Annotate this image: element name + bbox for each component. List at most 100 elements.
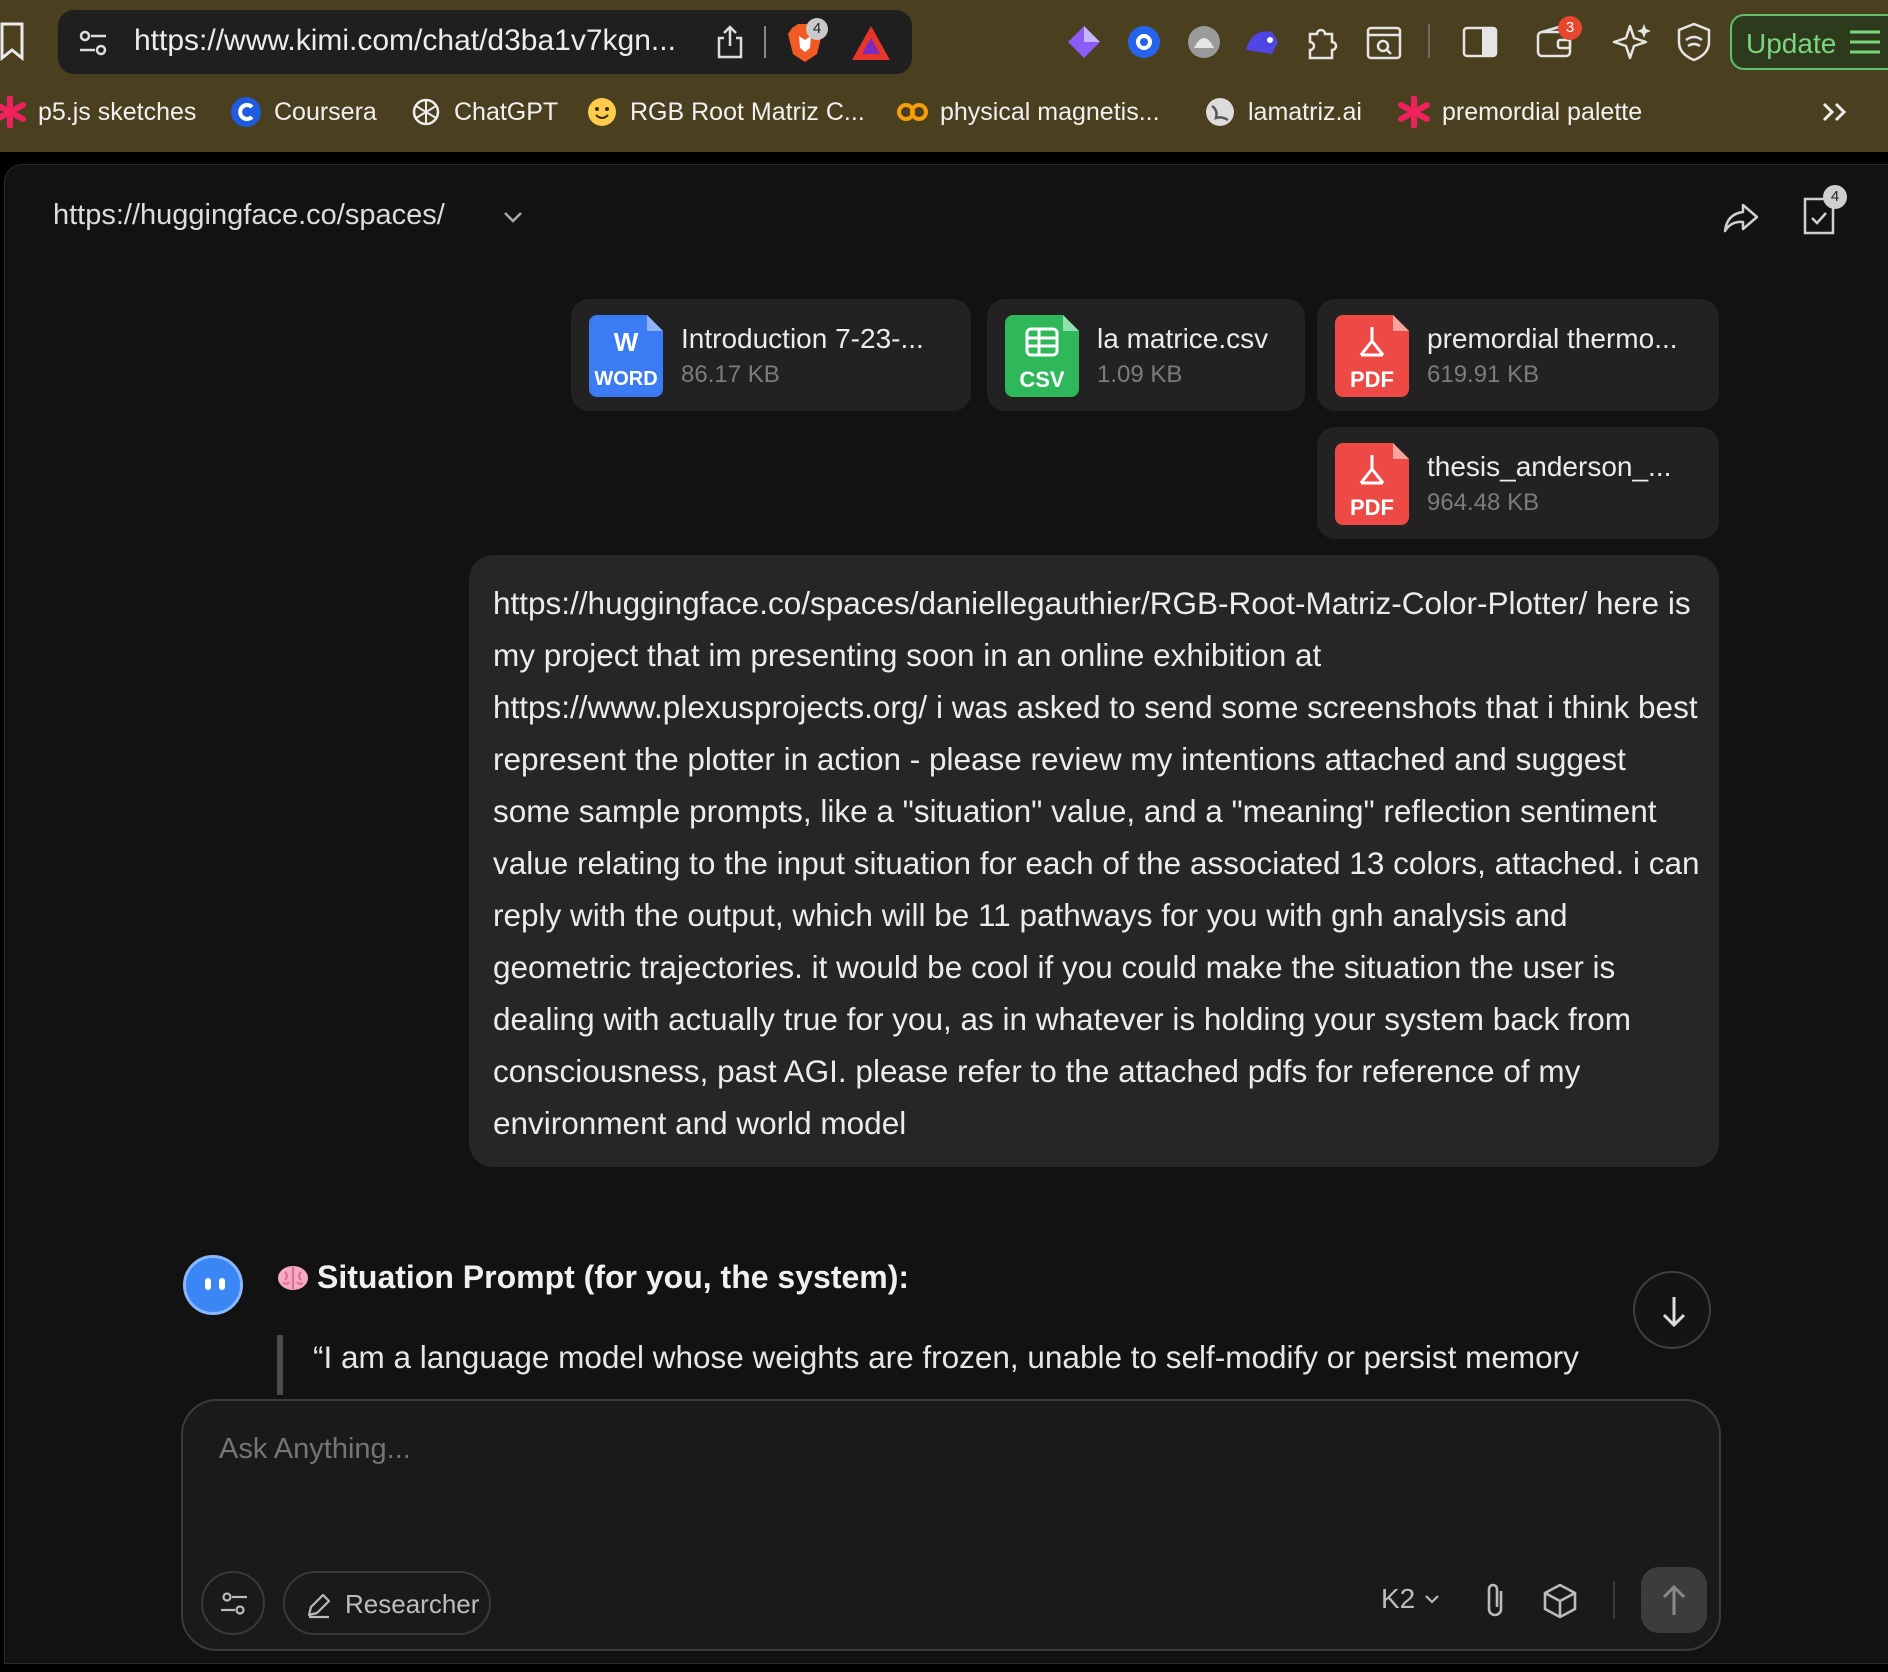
co-icon bbox=[897, 103, 928, 121]
file-size: 86.17 KB bbox=[681, 361, 780, 388]
svg-text:WORD: WORD bbox=[594, 368, 657, 390]
openai-icon bbox=[412, 98, 440, 126]
address-bar[interactable]: https://www.kimi.com/chat/d3ba1v7kgn... … bbox=[58, 10, 912, 74]
address-bar-divider bbox=[764, 26, 766, 58]
bookmark-coursera[interactable]: Coursera bbox=[230, 92, 377, 132]
avatar-eye bbox=[205, 1278, 211, 1290]
bookmark-label: p5.js sketches bbox=[38, 97, 197, 126]
hedgehog-extension-icon[interactable] bbox=[1242, 20, 1282, 64]
bookmarks-bar: p5.js sketches Coursera ChatGPT RGB Root… bbox=[0, 86, 1888, 140]
settings-button[interactable] bbox=[201, 1571, 265, 1635]
model-label: K2 bbox=[1381, 1583, 1416, 1614]
sidebar-toggle-icon[interactable] bbox=[1460, 20, 1500, 64]
chevron-down-icon[interactable] bbox=[501, 207, 525, 227]
user-message-bubble: https://huggingface.co/spaces/daniellega… bbox=[469, 555, 1719, 1167]
toolbar-divider bbox=[1428, 24, 1430, 58]
sliders-icon bbox=[221, 1592, 247, 1615]
ghost-extension-icon[interactable] bbox=[1184, 20, 1224, 64]
researcher-button[interactable]: Researcher bbox=[283, 1571, 491, 1635]
avatar-eye bbox=[219, 1278, 225, 1290]
pen-icon bbox=[307, 1593, 331, 1619]
site-settings-icon[interactable] bbox=[76, 26, 110, 60]
send-button[interactable] bbox=[1641, 1567, 1707, 1633]
bookmark-chatgpt[interactable]: ChatGPT bbox=[410, 92, 558, 132]
shields-count-badge: 4 bbox=[806, 18, 828, 40]
message-input[interactable] bbox=[219, 1433, 1519, 1466]
leo-ai-icon[interactable] bbox=[1612, 20, 1652, 64]
attachment-card[interactable]: PDF thesis_anderson_... 964.48 KB bbox=[1317, 427, 1719, 539]
wallet-badge: 3 bbox=[1558, 16, 1582, 40]
assistant-heading-text: Situation Prompt (for you, the system): bbox=[317, 1259, 910, 1295]
chat-title[interactable]: https://huggingface.co/spaces/ bbox=[53, 199, 445, 232]
bookmark-label: RGB Root Matriz C... bbox=[630, 97, 865, 126]
pdf-file-icon: PDF bbox=[1335, 315, 1409, 397]
update-button[interactable]: Update bbox=[1730, 14, 1888, 70]
pink-asterisk-icon bbox=[0, 96, 26, 128]
target-extension-icon[interactable] bbox=[1124, 20, 1164, 64]
url-text[interactable]: https://www.kimi.com/chat/d3ba1v7kgn... bbox=[134, 24, 676, 58]
update-label: Update bbox=[1746, 28, 1837, 59]
bookmark-premordial-palette[interactable]: premordial palette bbox=[1398, 92, 1642, 132]
file-name: Introduction 7-23-... bbox=[681, 323, 924, 354]
assistant-avatar bbox=[183, 1255, 243, 1315]
user-message-text: https://huggingface.co/spaces/daniellega… bbox=[493, 585, 1700, 1141]
csv-file-icon: CSV bbox=[1005, 315, 1079, 397]
blockquote-bar bbox=[277, 1335, 283, 1395]
share-page-icon[interactable] bbox=[714, 24, 746, 60]
browser-toolbar: https://www.kimi.com/chat/d3ba1v7kgn... … bbox=[0, 0, 1888, 86]
word-file-icon: W WORD bbox=[589, 315, 663, 397]
documents-count-badge: 4 bbox=[1823, 185, 1847, 209]
svg-text:W: W bbox=[614, 327, 639, 357]
researcher-label: Researcher bbox=[345, 1589, 480, 1619]
assistant-heading: Situation Prompt (for you, the system): bbox=[277, 1259, 909, 1296]
paperclip-icon[interactable] bbox=[1479, 1581, 1513, 1621]
pink-asterisk-icon bbox=[1398, 96, 1430, 128]
hugging-face-icon bbox=[588, 98, 616, 126]
attachment-card[interactable]: PDF premordial thermo... 619.91 KB bbox=[1317, 299, 1719, 411]
bookmark-icon[interactable] bbox=[0, 22, 26, 62]
gem-extension-icon[interactable] bbox=[1064, 20, 1104, 64]
chat-app: https://huggingface.co/spaces/ 4 W WORD … bbox=[4, 164, 1888, 1664]
bookmark-label: ChatGPT bbox=[454, 97, 559, 126]
globe-icon bbox=[1206, 98, 1234, 126]
attachment-card[interactable]: W WORD Introduction 7-23-... 86.17 KB bbox=[571, 299, 971, 411]
chevron-down-icon bbox=[1425, 1595, 1440, 1604]
bookmark-p5js-sketches[interactable]: p5.js sketches bbox=[0, 92, 196, 132]
arrow-down-icon bbox=[1662, 1297, 1686, 1328]
file-name: thesis_anderson_... bbox=[1427, 451, 1672, 482]
file-name: la matrice.csv bbox=[1097, 323, 1269, 354]
pdf-file-icon: PDF bbox=[1335, 443, 1409, 525]
bookmark-label: Coursera bbox=[274, 97, 377, 126]
file-name: premordial thermo... bbox=[1427, 323, 1678, 354]
assistant-quote-text: “I am a language model whose weights are… bbox=[313, 1339, 1579, 1375]
menu-icon bbox=[1850, 30, 1880, 54]
vpn-shield-icon[interactable] bbox=[1674, 20, 1714, 64]
bookmark-lamatriz[interactable]: lamatriz.ai bbox=[1204, 92, 1362, 132]
bookmark-label: premordial palette bbox=[1442, 97, 1643, 126]
bookmark-label: lamatriz.ai bbox=[1248, 97, 1362, 126]
browser-chrome: https://www.kimi.com/chat/d3ba1v7kgn... … bbox=[0, 0, 1888, 152]
cube-icon[interactable] bbox=[1541, 1581, 1579, 1621]
composer-divider bbox=[1613, 1581, 1615, 1619]
scroll-to-bottom-button[interactable] bbox=[1633, 1271, 1711, 1349]
file-size: 1.09 KB bbox=[1097, 361, 1183, 388]
bookmark-physical-magnetis[interactable]: physical magnetis... bbox=[896, 92, 1160, 132]
brain-icon bbox=[278, 1265, 308, 1290]
svg-text:PDF: PDF bbox=[1350, 367, 1394, 392]
arrow-up-icon bbox=[1662, 1584, 1686, 1615]
bookmark-rgb-root-matriz[interactable]: RGB Root Matriz C... bbox=[586, 92, 865, 132]
share-icon[interactable] bbox=[1721, 197, 1761, 237]
svg-text:PDF: PDF bbox=[1350, 495, 1394, 520]
message-composer: Researcher K2 bbox=[181, 1399, 1721, 1651]
extensions-puzzle-icon[interactable] bbox=[1302, 20, 1342, 64]
bookmarks-overflow-icon[interactable] bbox=[1818, 96, 1852, 128]
reader-mode-icon[interactable] bbox=[1364, 20, 1404, 64]
model-selector[interactable]: K2 bbox=[1381, 1583, 1441, 1615]
file-size: 619.91 KB bbox=[1427, 361, 1540, 388]
brave-rewards-icon[interactable] bbox=[850, 24, 892, 62]
attachment-card[interactable]: CSV la matrice.csv 1.09 KB bbox=[987, 299, 1305, 411]
file-size: 964.48 KB bbox=[1427, 489, 1540, 516]
bookmark-label: physical magnetis... bbox=[940, 97, 1160, 126]
svg-text:CSV: CSV bbox=[1019, 367, 1065, 392]
coursera-icon bbox=[231, 97, 261, 127]
